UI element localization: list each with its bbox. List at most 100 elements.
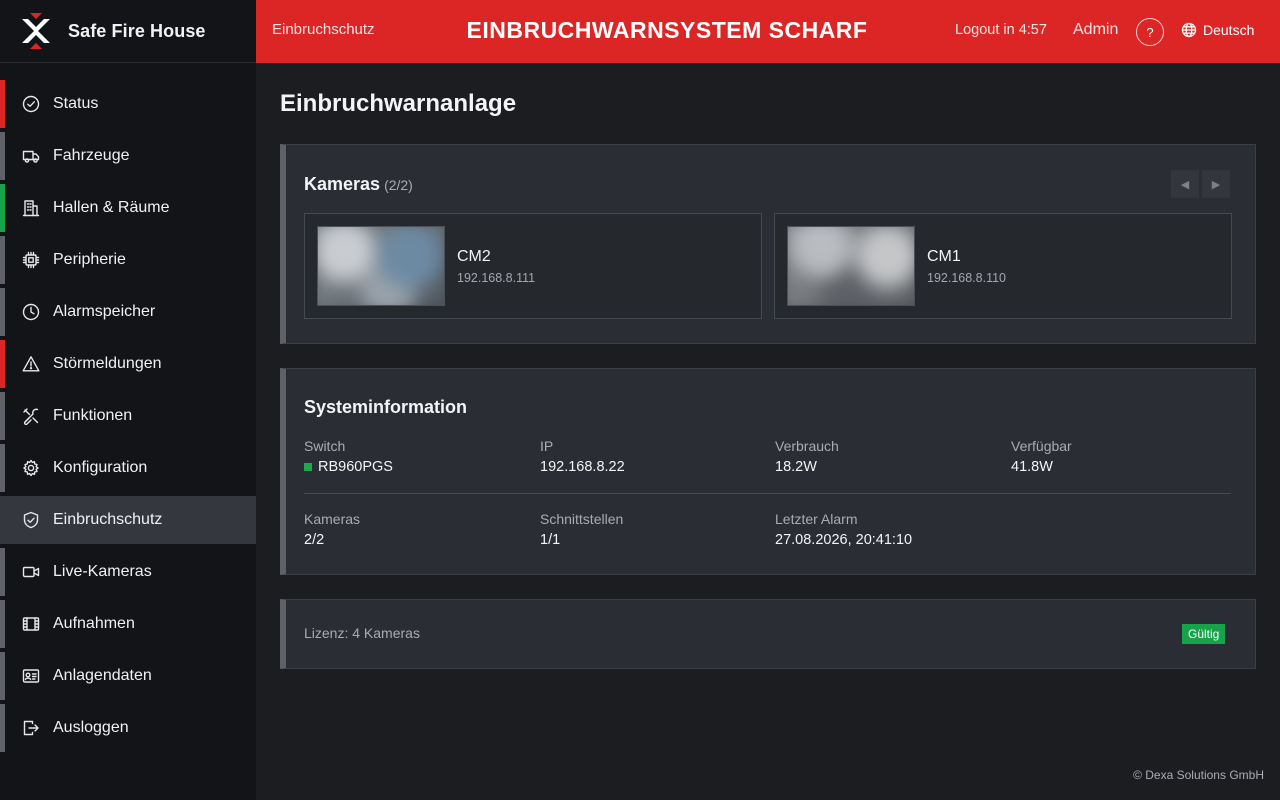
id-card-icon [22, 667, 40, 685]
film-icon [22, 615, 40, 633]
sidebar-item-label: Hallen & Räume [53, 199, 170, 216]
sidebar-item-label: Status [53, 95, 99, 112]
switch-value: RB960PGS [318, 459, 393, 475]
cameras-value: 2/2 [304, 532, 325, 548]
status-indicator [0, 80, 5, 128]
status-indicator [0, 548, 5, 596]
brand-logo-icon [22, 13, 50, 49]
brand-name: Safe Fire House [68, 20, 206, 41]
system-info-title: Systeminformation [304, 397, 468, 417]
page-title: Einbruchwarnanlage [280, 90, 517, 117]
sidebar-item-label: Ausloggen [53, 719, 129, 736]
sidebar-item-label: Fahrzeuge [53, 147, 130, 164]
available-value: 41.8W [1011, 459, 1053, 475]
camera-tile[interactable]: CM1 192.168.8.110 [774, 213, 1232, 319]
clock-icon [22, 303, 40, 321]
sidebar-item-label: Funktionen [53, 407, 133, 424]
shield-icon [22, 511, 40, 529]
cameras-card: Kameras (2/2) ◀ ▶ CM2 192.168.8.111 CM1 1… [280, 144, 1256, 344]
ip-value: 192.168.8.22 [540, 459, 625, 475]
sidebar-item-label: Peripherie [53, 251, 126, 268]
gear-icon [22, 459, 40, 477]
sidebar-item-ausloggen[interactable]: Ausloggen [0, 704, 256, 752]
camera-name: CM1 [927, 248, 961, 265]
divider [304, 493, 1231, 494]
status-indicator [0, 600, 5, 648]
building-icon [22, 199, 40, 217]
sidebar-item-live-kameras[interactable]: Live-Kameras [0, 548, 256, 596]
sidebar-item-label: Aufnahmen [53, 615, 135, 632]
sidebar-item-einbruchschutz[interactable]: Einbruchschutz [0, 496, 256, 544]
sidebar-item-hallen-räume[interactable]: Hallen & Räume [0, 184, 256, 232]
available-label: Verfügbar [1011, 438, 1072, 454]
sidebar: Safe Fire House Status Fahrzeuge Hallen & … [0, 0, 256, 800]
status-indicator [0, 236, 5, 284]
sidebar-item-label: Alarmspeicher [53, 303, 156, 320]
language-selector[interactable]: Deutsch [1181, 22, 1254, 38]
camera-name: CM2 [457, 248, 491, 265]
camera-prev-button[interactable]: ◀ [1171, 170, 1199, 198]
chip-icon [22, 251, 40, 269]
sidebar-item-label: Konfiguration [53, 459, 148, 476]
camera-next-button[interactable]: ▶ [1202, 170, 1230, 198]
sidebar-item-anlagendaten[interactable]: Anlagendaten [0, 652, 256, 700]
sidebar-item-aufnahmen[interactable]: Aufnahmen [0, 600, 256, 648]
status-indicator [0, 444, 5, 492]
switch-value-row: RB960PGS [304, 459, 393, 475]
cameras-count: (2/2) [384, 177, 413, 193]
sidebar-nav: Status Fahrzeuge Hallen & Räume Peripherie A… [0, 80, 256, 756]
status-indicator [0, 132, 5, 180]
sidebar-item-funktionen[interactable]: Funktionen [0, 392, 256, 440]
camera-tile[interactable]: CM2 192.168.8.111 [304, 213, 762, 319]
logout-timer: Logout in 4:57 [955, 22, 1047, 38]
interfaces-field: Schnittstellen 1/1 [540, 511, 623, 548]
status-indicator [0, 704, 5, 752]
consumption-label: Verbrauch [775, 438, 839, 454]
available-field: Verfügbar 41.8W [1011, 438, 1072, 475]
interfaces-value: 1/1 [540, 532, 561, 548]
last-alarm-field: Letzter Alarm 27.08.2026, 20:41:10 [775, 511, 912, 548]
status-indicator [0, 184, 5, 232]
check-circle-icon [22, 95, 40, 113]
status-indicator [0, 288, 5, 336]
camera-thumbnail[interactable] [787, 226, 915, 306]
globe-icon [1181, 22, 1197, 38]
ip-field: IP 192.168.8.22 [540, 438, 625, 475]
arrow-left-icon: ◀ [1180, 178, 1190, 191]
video-icon [22, 563, 40, 581]
last-alarm-label: Letzter Alarm [775, 511, 858, 527]
sidebar-item-alarmspeicher[interactable]: Alarmspeicher [0, 288, 256, 336]
language-label: Deutsch [1203, 22, 1255, 38]
sidebar-item-status[interactable]: Status [0, 80, 256, 128]
top-header: Einbruchschutz EINBRUCHWARNSYSTEM SCHARF… [256, 0, 1280, 63]
camera-thumbnail[interactable] [317, 226, 445, 306]
cameras-label: Kameras [304, 511, 361, 527]
switch-status-indicator [304, 463, 312, 471]
copyright: © Dexa Solutions GmbH [1133, 768, 1264, 782]
warning-icon [22, 355, 40, 373]
sidebar-item-label: Störmeldungen [53, 355, 162, 372]
sidebar-item-fahrzeuge[interactable]: Fahrzeuge [0, 132, 256, 180]
license-status-badge: Gültig [1182, 624, 1226, 644]
brand[interactable]: Safe Fire House [0, 0, 256, 63]
consumption-value: 18.2W [775, 459, 817, 475]
status-indicator [0, 340, 5, 388]
sidebar-item-peripherie[interactable]: Peripherie [0, 236, 256, 284]
ip-label: IP [540, 438, 554, 454]
sidebar-item-störmeldungen[interactable]: Störmeldungen [0, 340, 256, 388]
status-indicator [0, 652, 5, 700]
cameras-field: Kameras 2/2 [304, 511, 360, 548]
sidebar-item-label: Einbruchschutz [53, 511, 163, 528]
sidebar-item-label: Live-Kameras [53, 563, 152, 580]
camera-ip: 192.168.8.110 [927, 271, 1007, 285]
license-card: Lizenz: 4 Kameras Gültig [280, 599, 1256, 669]
switch-field: Switch RB960PGS [304, 438, 393, 475]
sidebar-item-konfiguration[interactable]: Konfiguration [0, 444, 256, 492]
switch-label: Switch [304, 438, 346, 454]
user-menu[interactable]: Admin [1073, 21, 1118, 39]
tools-icon [22, 407, 40, 425]
help-button[interactable]: ? [1136, 18, 1164, 46]
arrow-right-icon: ▶ [1211, 178, 1221, 191]
logout-icon [22, 719, 40, 737]
sidebar-item-label: Anlagendaten [53, 667, 152, 684]
